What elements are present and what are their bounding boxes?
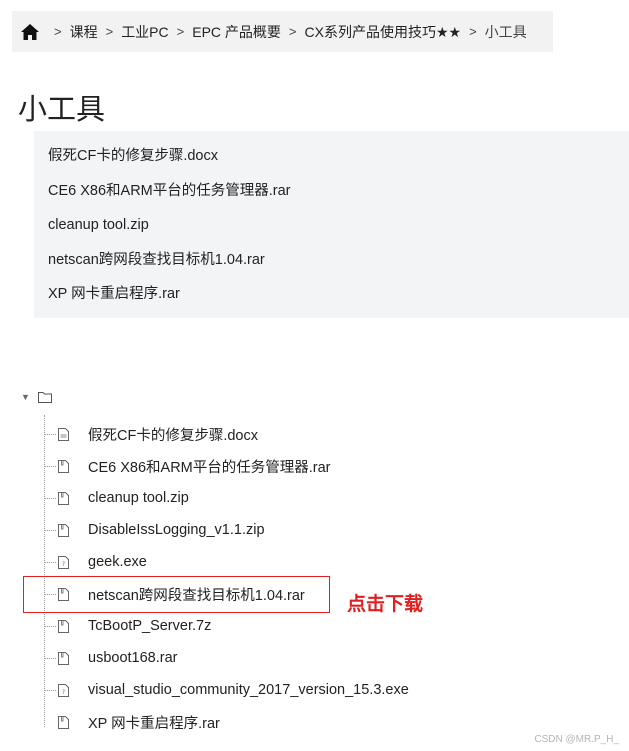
breadcrumb-item-current: 小工具 <box>484 23 527 40</box>
tree-file-name[interactable]: DisableIssLogging_v1.1.zip <box>88 522 265 538</box>
tree-connector <box>44 529 56 531</box>
tree-file-name[interactable]: geek.exe <box>88 554 147 570</box>
doc-file-icon <box>58 427 69 441</box>
breadcrumb-item-course[interactable]: 课程 <box>70 22 98 42</box>
exe-file-icon: ? <box>58 683 69 697</box>
tree-connector <box>44 625 56 627</box>
breadcrumb: > 课程 > 工业PC > EPC 产品概要 > CX系列产品使用技巧★★ > … <box>12 11 553 52</box>
file-icon <box>58 491 69 505</box>
file-icon <box>58 523 69 537</box>
tree-connector <box>44 657 56 659</box>
breadcrumb-separator: > <box>105 24 114 39</box>
breadcrumb-item-epc-overview[interactable]: EPC 产品概要 <box>192 22 281 42</box>
tree-file-item[interactable]: 假死CF卡的修复步骤.docx <box>44 418 444 450</box>
attachment-link[interactable]: netscan跨网段查找目标机1.04.rar <box>48 245 629 280</box>
home-icon[interactable] <box>20 22 40 42</box>
file-icon <box>58 459 69 473</box>
tree-file-name[interactable]: 假死CF卡的修复步骤.docx <box>88 424 258 445</box>
tree-file-name[interactable]: XP 网卡重启程序.rar <box>88 712 220 733</box>
tree-connector <box>44 433 56 435</box>
tree-file-item[interactable]: DisableIssLogging_v1.1.zip <box>44 514 444 546</box>
tree-file-name[interactable]: TcBootP_Server.7z <box>88 618 211 634</box>
page-title: 小工具 <box>18 94 106 126</box>
tree-root[interactable]: ▼ <box>21 391 52 403</box>
tree-file-item[interactable]: CE6 X86和ARM平台的任务管理器.rar <box>44 450 444 482</box>
watermark: CSDN @MR.P_H_ <box>534 734 619 745</box>
tree-file-name[interactable]: visual_studio_community_2017_version_15.… <box>88 682 409 698</box>
highlight-box <box>23 576 330 613</box>
attachment-link[interactable]: CE6 X86和ARM平台的任务管理器.rar <box>48 176 629 211</box>
file-icon <box>58 715 69 729</box>
tree-file-name[interactable]: usboot168.rar <box>88 650 177 666</box>
attachment-link[interactable]: 假死CF卡的修复步骤.docx <box>48 141 629 176</box>
breadcrumb-separator: > <box>288 24 297 39</box>
attachment-link[interactable]: cleanup tool.zip <box>48 210 629 245</box>
download-annotation: 点击下载 <box>347 593 424 615</box>
file-icon <box>58 619 69 633</box>
tree-file-name[interactable]: cleanup tool.zip <box>88 490 189 506</box>
tree-connector <box>44 561 56 563</box>
attachment-link[interactable]: XP 网卡重启程序.rar <box>48 279 629 314</box>
breadcrumb-separator: > <box>469 24 477 39</box>
attachment-list: 假死CF卡的修复步骤.docx CE6 X86和ARM平台的任务管理器.rar … <box>34 131 629 318</box>
folder-icon <box>37 392 52 403</box>
breadcrumb-separator: > <box>176 24 185 39</box>
tree-connector <box>44 497 56 499</box>
svg-text:?: ? <box>62 689 65 696</box>
caret-down-icon[interactable]: ▼ <box>21 392 30 402</box>
svg-text:?: ? <box>62 561 65 568</box>
tree-file-item[interactable]: XP 网卡重启程序.rar <box>44 706 444 738</box>
breadcrumb-item-cx-tips[interactable]: CX系列产品使用技巧★★ <box>305 22 462 42</box>
tree-file-item[interactable]: ? geek.exe <box>44 546 444 578</box>
breadcrumb-item-industrial-pc[interactable]: 工业PC <box>121 22 168 42</box>
tree-file-item[interactable]: cleanup tool.zip <box>44 482 444 514</box>
tree-connector <box>44 465 56 467</box>
exe-file-icon: ? <box>58 555 69 569</box>
breadcrumb-separator: > <box>54 24 62 39</box>
file-icon <box>58 651 69 665</box>
tree-file-item[interactable]: usboot168.rar <box>44 642 444 674</box>
tree-file-item[interactable]: ? visual_studio_community_2017_version_1… <box>44 674 444 706</box>
tree-file-name[interactable]: CE6 X86和ARM平台的任务管理器.rar <box>88 456 331 477</box>
tree-connector <box>44 689 56 691</box>
